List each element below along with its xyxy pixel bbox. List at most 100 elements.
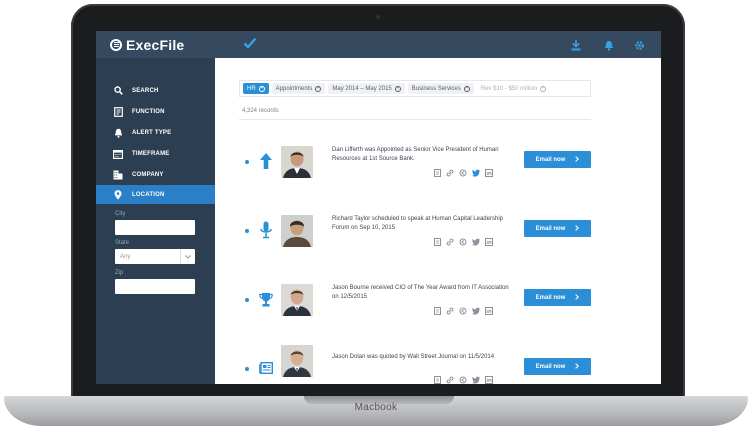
trophy-icon [259, 290, 273, 308]
filter-chip-date-range[interactable]: May 2014 – May 2015 × [328, 83, 405, 94]
sidebar-item-label: TIMEFRAME [132, 150, 170, 157]
sidebar-item-timeframe[interactable]: TIMEFRAME [96, 144, 215, 163]
unread-dot-icon [245, 367, 249, 371]
document-icon[interactable] [433, 169, 441, 177]
sidebar-item-company[interactable]: COMPANY [96, 165, 215, 184]
filter-chip-label: May 2014 – May 2015 [332, 85, 392, 92]
filter-chip-hr[interactable]: HR × [243, 83, 269, 94]
feed-item-actions [433, 169, 493, 177]
feed-item-text[interactable]: Richard Taylor scheduled to speak at Hum… [332, 215, 512, 233]
divider [239, 119, 591, 120]
filter-chip-industry[interactable]: Business Services × [407, 83, 474, 94]
share-icon[interactable] [459, 238, 467, 246]
close-icon[interactable]: × [463, 85, 470, 92]
filter-chip-appointments[interactable]: Appointments × [271, 83, 326, 94]
twitter-icon[interactable] [472, 376, 480, 384]
sidebar-item-location[interactable]: LOCATION [96, 185, 215, 204]
email-now-button[interactable]: Email now [524, 151, 591, 168]
arrow-up-icon [259, 152, 273, 170]
email-now-label: Email now [535, 225, 566, 232]
newspaper-icon [259, 359, 273, 377]
feed-item-text[interactable]: Jason Dolan was quoted by Wall Street Jo… [332, 353, 512, 362]
chevron-right-icon [575, 362, 580, 371]
main-content: HR × Appointments × May 2014 – May 2015 × B… [215, 58, 661, 384]
building-icon [113, 170, 123, 180]
close-icon[interactable]: × [394, 85, 401, 92]
close-icon[interactable]: × [258, 85, 265, 92]
filter-chip-label: Business Services [411, 85, 461, 92]
sidebar-item-label: COMPANY [132, 171, 164, 178]
location-pin-icon [113, 189, 123, 200]
check-icon[interactable] [243, 36, 257, 54]
document-icon[interactable] [433, 238, 441, 246]
feed-item-actions [433, 376, 493, 384]
unread-dot-icon [245, 160, 249, 164]
link-icon[interactable] [446, 238, 454, 246]
sidebar-item-search[interactable]: SEARCH [96, 81, 215, 100]
close-icon[interactable]: × [315, 85, 322, 92]
filter-chip-label: Appointments [275, 85, 313, 92]
microphone-icon [259, 221, 273, 239]
state-select-value: Any [120, 253, 131, 260]
document-icon[interactable] [433, 376, 441, 384]
city-input[interactable] [115, 220, 195, 235]
avatar[interactable] [281, 284, 313, 316]
linkedin-icon[interactable] [485, 238, 493, 246]
email-now-label: Email now [535, 294, 566, 301]
share-icon[interactable] [459, 376, 467, 384]
link-icon[interactable] [446, 376, 454, 384]
zip-input[interactable] [115, 279, 195, 294]
avatar[interactable] [281, 146, 313, 178]
email-now-button[interactable]: Email now [524, 289, 591, 306]
download-icon[interactable] [571, 38, 581, 56]
feed-item-text[interactable]: Dan Lifferth was Appointed as Senior Vic… [332, 146, 512, 164]
sidebar-item-alert-type[interactable]: ALERT TYPE [96, 123, 215, 142]
sidebar-item-label: ALERT TYPE [132, 129, 172, 136]
camera-dot [376, 15, 380, 19]
filter-chip-label: Rev $10 - $50 million [480, 85, 538, 92]
bell-icon[interactable] [604, 38, 614, 56]
feed-item-actions [433, 238, 493, 246]
share-icon[interactable] [459, 169, 467, 177]
sidebar-item-function[interactable]: FUNCTION [96, 102, 215, 121]
feed-item-text[interactable]: Jason Bourne received CIO of The Year Aw… [332, 284, 512, 302]
unread-dot-icon [245, 298, 249, 302]
linkedin-icon[interactable] [485, 307, 493, 315]
close-icon[interactable]: × [540, 85, 547, 92]
feed-item: Jason Dolan was quoted by Wall Street Jo… [215, 344, 661, 384]
sidebar: SEARCH FUNCTION ALERT TYPE TIMEFRAME COM… [96, 58, 215, 384]
twitter-icon[interactable] [472, 238, 480, 246]
search-icon [113, 86, 123, 96]
chevron-down-icon[interactable] [180, 249, 195, 264]
twitter-icon[interactable] [472, 169, 480, 177]
feed-item: Jason Bourne received CIO of The Year Aw… [215, 275, 661, 325]
app-screen: ExecFile SEARCH FUNCTION ALERT TYPE TIME… [96, 31, 661, 384]
linkedin-icon[interactable] [485, 169, 493, 177]
top-bar: ExecFile [96, 31, 661, 58]
zip-label: Zip [115, 270, 124, 276]
chevron-right-icon [575, 293, 580, 302]
function-icon [113, 106, 123, 117]
document-icon[interactable] [433, 307, 441, 315]
logo-text: ExecFile [126, 36, 185, 53]
gear-icon[interactable] [634, 38, 645, 56]
state-select[interactable]: Any [115, 249, 195, 264]
sidebar-item-label: LOCATION [132, 191, 165, 198]
records-count: 4,324 records [242, 108, 279, 114]
email-now-button[interactable]: Email now [524, 220, 591, 237]
laptop-frame: ExecFile SEARCH FUNCTION ALERT TYPE TIME… [0, 0, 752, 439]
link-icon[interactable] [446, 307, 454, 315]
avatar[interactable] [281, 345, 313, 377]
link-icon[interactable] [446, 169, 454, 177]
feed-item-actions [433, 307, 493, 315]
feed-item: Dan Lifferth was Appointed as Senior Vic… [215, 137, 661, 187]
chevron-right-icon [575, 155, 580, 164]
email-now-button[interactable]: Email now [524, 358, 591, 375]
avatar[interactable] [281, 215, 313, 247]
share-icon[interactable] [459, 307, 467, 315]
logo[interactable]: ExecFile [110, 36, 184, 53]
twitter-icon[interactable] [472, 307, 480, 315]
linkedin-icon[interactable] [485, 376, 493, 384]
chevron-right-icon [575, 224, 580, 233]
filter-chip-revenue[interactable]: Rev $10 - $50 million × [477, 83, 550, 94]
